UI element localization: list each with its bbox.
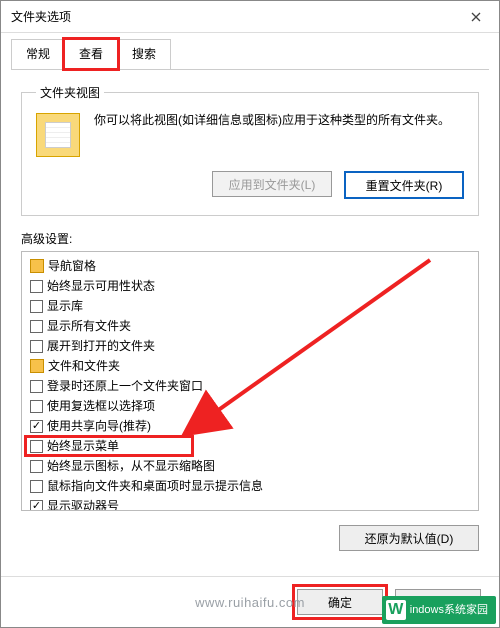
close-icon — [471, 12, 481, 22]
tab-general-label: 常规 — [26, 47, 50, 61]
checkbox-label: 鼠标指向文件夹和桌面项时显示提示信息 — [47, 476, 263, 496]
checkbox-label: 显示驱动器号 — [47, 496, 119, 511]
checkbox[interactable] — [30, 320, 43, 333]
ff-item[interactable]: 显示驱动器号 — [30, 496, 474, 511]
checkbox[interactable] — [30, 460, 43, 473]
folder-options-window: 文件夹选项 常规 查看 搜索 文件夹视图 你可以将此视图(如详细信息或图标)应用… — [0, 0, 500, 628]
window-title: 文件夹选项 — [11, 8, 71, 25]
checkbox[interactable] — [30, 400, 43, 413]
advanced-settings-label: 高级设置: — [21, 230, 479, 247]
reset-folders-button[interactable]: 重置文件夹(R) — [344, 171, 464, 199]
checkbox-label: 显示库 — [47, 296, 83, 316]
checkbox-label: 始终显示图标，从不显示缩略图 — [47, 456, 215, 476]
folder-views-group: 文件夹视图 你可以将此视图(如详细信息或图标)应用于这种类型的所有文件夹。 应用… — [21, 84, 479, 216]
restore-defaults-button[interactable]: 还原为默认值(D) — [339, 525, 479, 551]
nav-pane-icon — [30, 259, 44, 273]
tabstrip: 常规 查看 搜索 — [11, 39, 489, 70]
checkbox[interactable] — [30, 280, 43, 293]
checkbox[interactable] — [30, 380, 43, 393]
tab-view-label: 查看 — [79, 47, 103, 61]
content-area: 文件夹视图 你可以将此视图(如详细信息或图标)应用于这种类型的所有文件夹。 应用… — [1, 70, 499, 576]
brand-logo-w: W — [386, 600, 406, 620]
apply-to-folders-button[interactable]: 应用到文件夹(L) — [212, 171, 332, 197]
advanced-settings-tree[interactable]: 导航窗格 始终显示可用性状态显示库显示所有文件夹展开到打开的文件夹 文件和文件夹… — [21, 251, 479, 511]
brand-logo-text: indows系统家园 — [410, 604, 488, 616]
ff-item[interactable]: 使用复选框以选择项 — [30, 396, 474, 416]
checkbox-label: 使用复选框以选择项 — [47, 396, 155, 416]
tree-group-files-folders: 文件和文件夹 — [30, 356, 474, 376]
checkbox-label: 使用共享向导(推荐) — [47, 416, 151, 436]
checkbox[interactable] — [30, 440, 43, 453]
nav-item[interactable]: 显示库 — [30, 296, 474, 316]
files-folders-label: 文件和文件夹 — [48, 356, 120, 376]
checkbox[interactable] — [30, 340, 43, 353]
checkbox-label: 始终显示菜单 — [47, 436, 119, 456]
nav-item[interactable]: 显示所有文件夹 — [30, 316, 474, 336]
checkbox-label: 始终显示可用性状态 — [47, 276, 155, 296]
ff-item[interactable]: 使用共享向导(推荐) — [30, 416, 474, 436]
checkbox[interactable] — [30, 500, 43, 512]
checkbox-label: 展开到打开的文件夹 — [47, 336, 155, 356]
checkbox[interactable] — [30, 300, 43, 313]
nav-item[interactable]: 始终显示可用性状态 — [30, 276, 474, 296]
brand-logo: W indows系统家园 — [382, 596, 496, 624]
ff-item[interactable]: 鼠标指向文件夹和桌面项时显示提示信息 — [30, 476, 474, 496]
ff-item[interactable]: 始终显示菜单 — [30, 436, 474, 456]
tab-view[interactable]: 查看 — [64, 39, 118, 69]
ff-item[interactable]: 始终显示图标，从不显示缩略图 — [30, 456, 474, 476]
folder-views-desc: 你可以将此视图(如详细信息或图标)应用于这种类型的所有文件夹。 — [94, 111, 464, 157]
close-button[interactable] — [453, 1, 499, 33]
tab-general[interactable]: 常规 — [11, 39, 65, 69]
ok-button[interactable]: 确定 — [297, 589, 383, 615]
tab-search-label: 搜索 — [132, 47, 156, 61]
nav-item[interactable]: 展开到打开的文件夹 — [30, 336, 474, 356]
tab-search[interactable]: 搜索 — [117, 39, 171, 69]
titlebar: 文件夹选项 — [1, 1, 499, 33]
nav-pane-label: 导航窗格 — [48, 256, 96, 276]
checkbox[interactable] — [30, 480, 43, 493]
checkbox-label: 登录时还原上一个文件夹窗口 — [47, 376, 203, 396]
ff-item[interactable]: 登录时还原上一个文件夹窗口 — [30, 376, 474, 396]
tree-group-nav-pane: 导航窗格 — [30, 256, 474, 276]
folder-views-icon — [36, 113, 80, 157]
files-folders-icon — [30, 359, 44, 373]
checkbox-label: 显示所有文件夹 — [47, 316, 131, 336]
folder-views-legend: 文件夹视图 — [36, 84, 104, 101]
checkbox[interactable] — [30, 420, 43, 433]
